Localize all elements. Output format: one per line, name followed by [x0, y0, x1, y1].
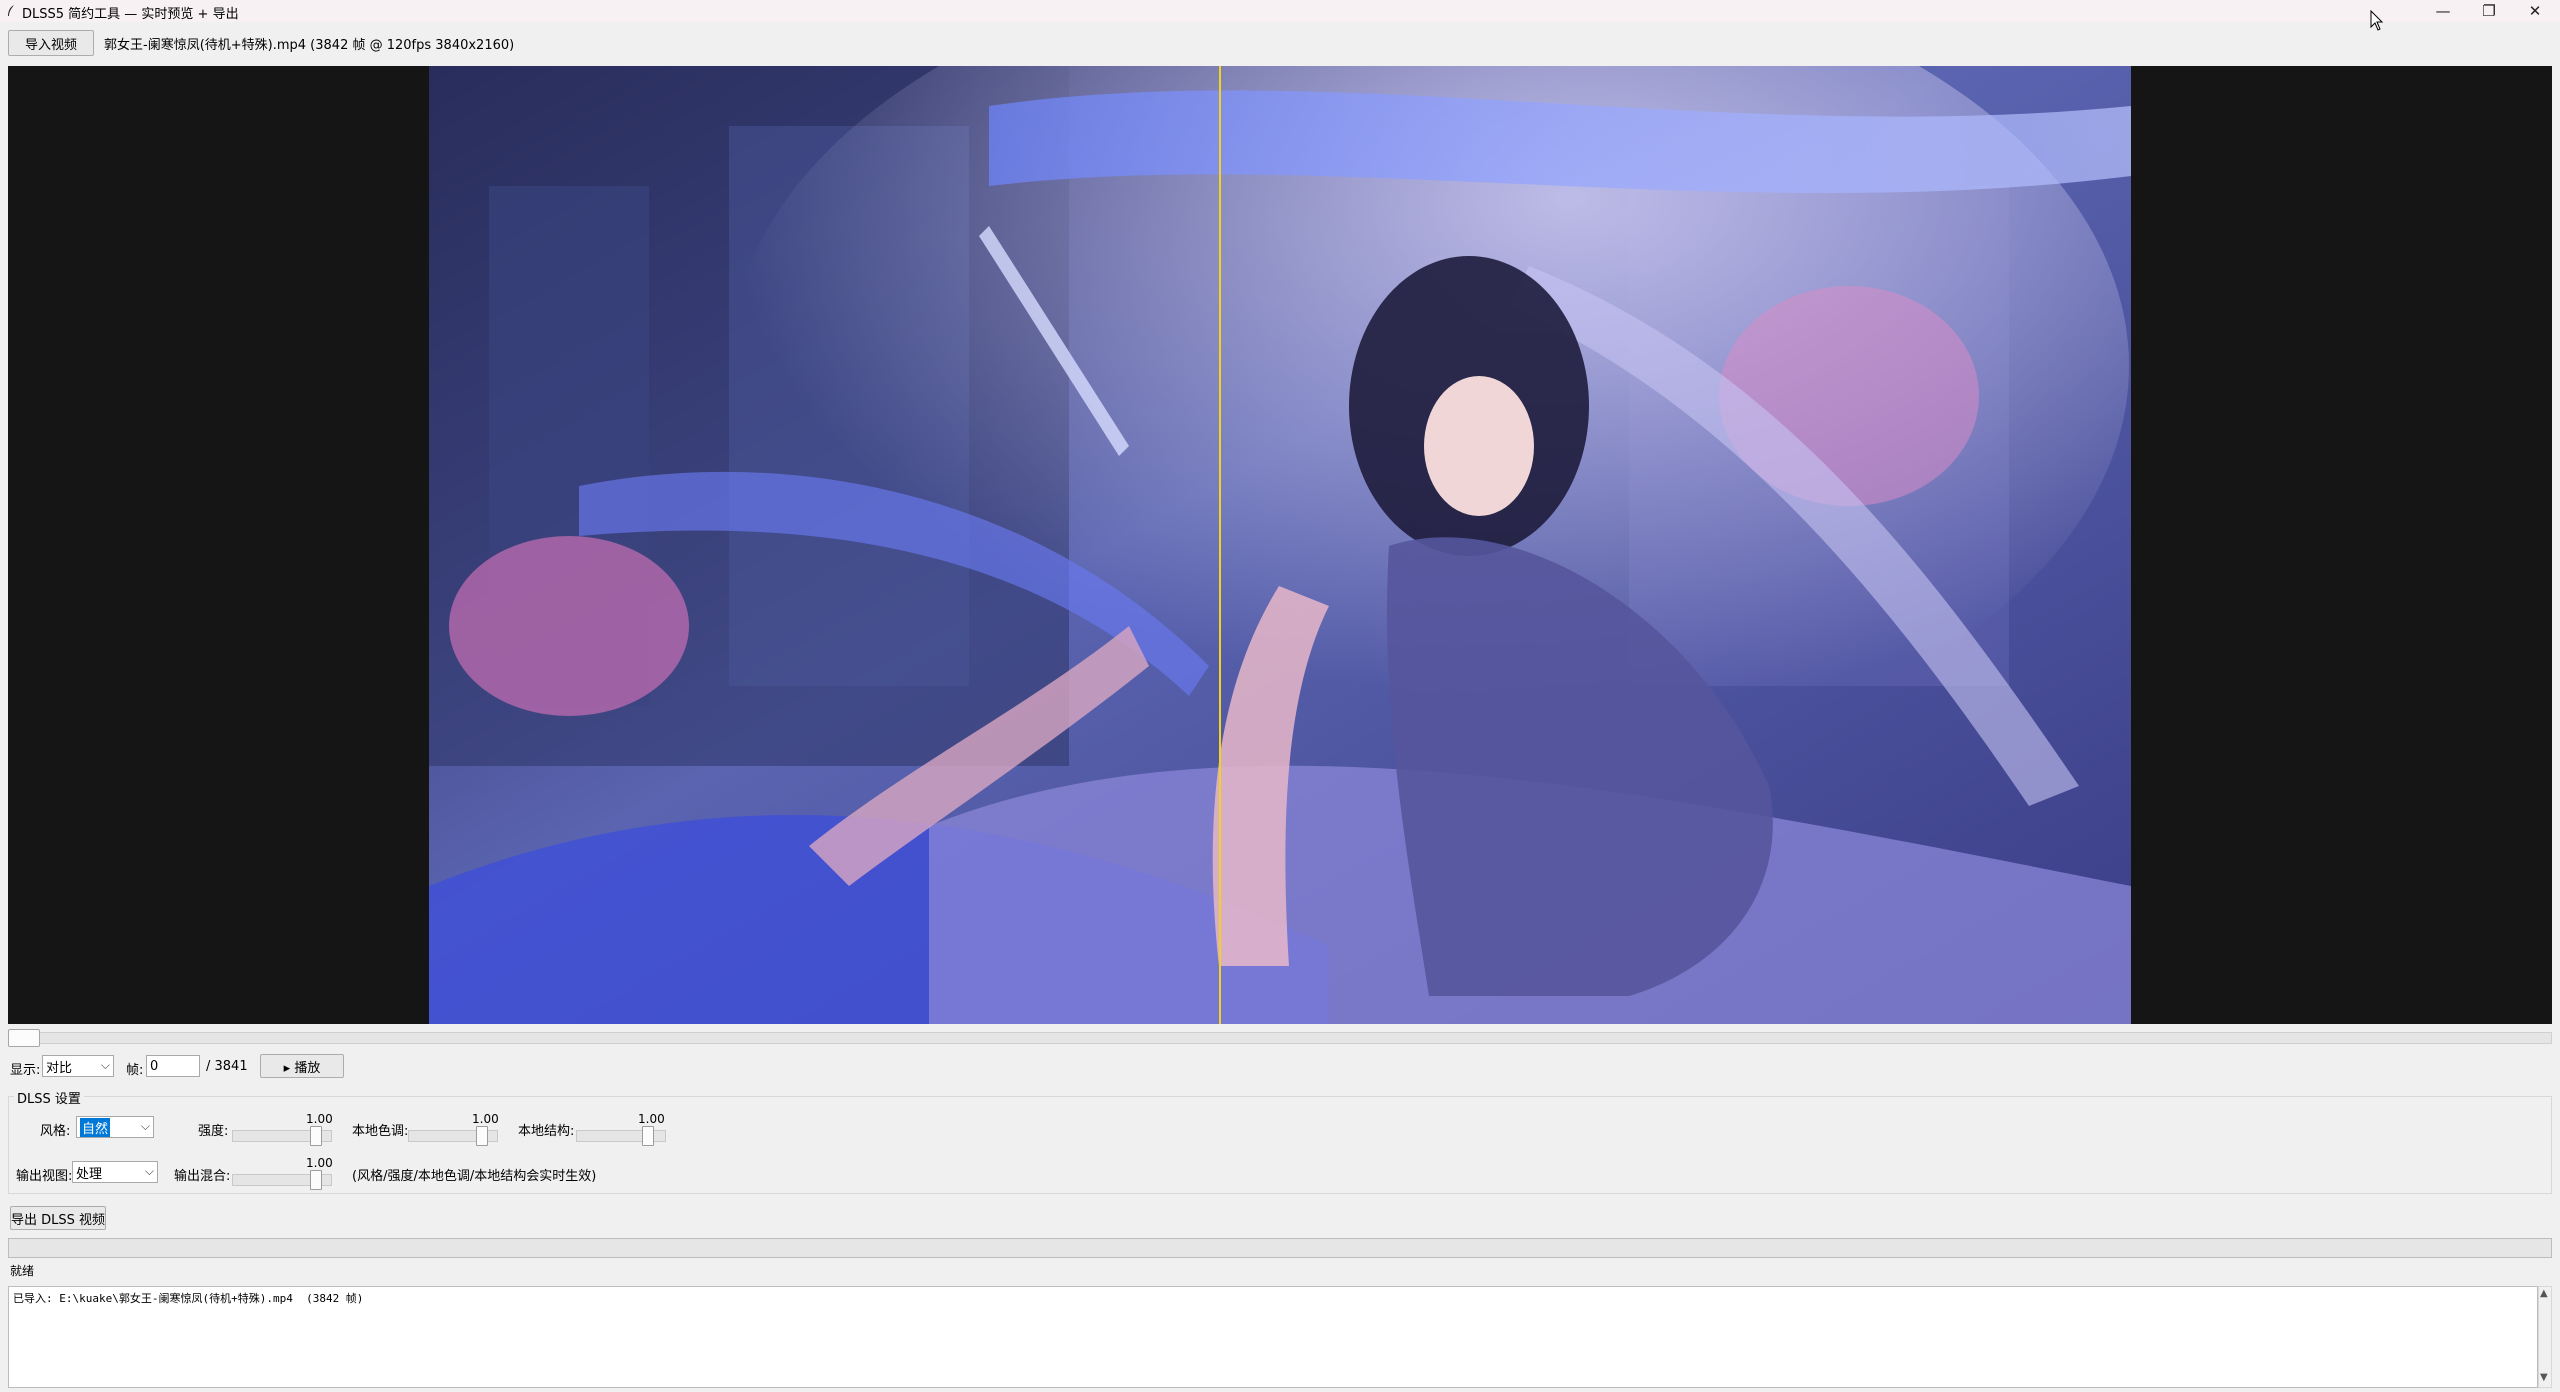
log-textbox[interactable]: 已导入: E:\kuake\郭女王-阑寒惊凤(待机+特殊).mp4 (3842 …	[8, 1286, 2538, 1388]
local-structure-slider-thumb[interactable]	[642, 1126, 654, 1146]
local-structure-value: 1.00	[638, 1112, 665, 1126]
strength-value: 1.00	[306, 1112, 333, 1126]
strength-label: 强度:	[198, 1124, 229, 1139]
import-video-button[interactable]: 导入视频	[8, 30, 94, 56]
export-dlss-video-button[interactable]: 导出 DLSS 视频	[10, 1206, 106, 1230]
dlss-settings-title: DLSS 设置	[14, 1088, 84, 1107]
mouse-cursor-icon	[2370, 10, 2384, 31]
play-button[interactable]: ▸ 播放	[260, 1054, 344, 1078]
video-preview[interactable]	[8, 66, 2552, 1024]
export-progress-bar	[8, 1238, 2552, 1258]
restore-icon: ❐	[2482, 2, 2496, 20]
frame-preview-image	[429, 66, 2131, 1024]
frame-input[interactable]: 0	[146, 1055, 200, 1077]
realtime-hint: (风格/强度/本地色调/本地结构会实时生效)	[352, 1169, 597, 1184]
frame-input-value: 0	[150, 1058, 159, 1074]
timeline-slider[interactable]	[8, 1032, 2552, 1044]
output-view-label: 输出视图:	[16, 1169, 73, 1184]
style-select[interactable]: 自然 ⌵	[76, 1116, 154, 1138]
output-view-select[interactable]: 处理 ⌵	[72, 1161, 158, 1183]
minimize-button[interactable]: —	[2420, 0, 2466, 22]
minimize-icon: —	[2435, 2, 2451, 20]
scroll-up-icon[interactable]: ▲	[2540, 1288, 2548, 1299]
chevron-down-icon: ⌵	[144, 1164, 154, 1178]
output-view-value: 处理	[76, 1166, 103, 1182]
display-label: 显示:	[10, 1063, 41, 1078]
strength-slider-thumb[interactable]	[310, 1126, 322, 1146]
local-tone-slider-thumb[interactable]	[476, 1126, 488, 1146]
frame-total: / 3841	[206, 1059, 248, 1074]
local-tone-value: 1.00	[472, 1112, 499, 1126]
output-mix-value: 1.00	[306, 1156, 333, 1170]
close-button[interactable]: ✕	[2512, 0, 2558, 22]
display-mode-value: 对比	[46, 1060, 73, 1076]
style-value: 自然	[80, 1117, 111, 1137]
output-mix-slider-thumb[interactable]	[310, 1170, 322, 1190]
maximize-button[interactable]: ❐	[2466, 0, 2512, 22]
local-structure-label: 本地结构:	[518, 1124, 575, 1139]
window-title: DLSS5 简约工具 — 实时预览 + 导出	[22, 7, 239, 22]
scroll-down-icon[interactable]: ▼	[2540, 1372, 2548, 1383]
local-tone-label: 本地色调:	[352, 1124, 409, 1139]
display-mode-select[interactable]: 对比 ⌵	[42, 1055, 114, 1077]
style-label: 风格:	[40, 1124, 71, 1139]
status-label: 就绪	[10, 1264, 35, 1278]
feather-icon	[8, 5, 14, 16]
output-mix-label: 输出混合:	[174, 1169, 231, 1184]
chevron-down-icon: ⌵	[100, 1058, 110, 1072]
title-bar[interactable]	[0, 0, 2560, 22]
timeline-thumb[interactable]	[8, 1029, 40, 1047]
close-icon: ✕	[2528, 2, 2542, 20]
file-info-label: 郭女王-阑寒惊凤(待机+特殊).mp4 (3842 帧 @ 120fps 384…	[104, 38, 515, 53]
compare-divider[interactable]	[1219, 66, 1221, 1024]
frame-label: 帧:	[126, 1063, 144, 1078]
chevron-down-icon: ⌵	[140, 1119, 150, 1133]
